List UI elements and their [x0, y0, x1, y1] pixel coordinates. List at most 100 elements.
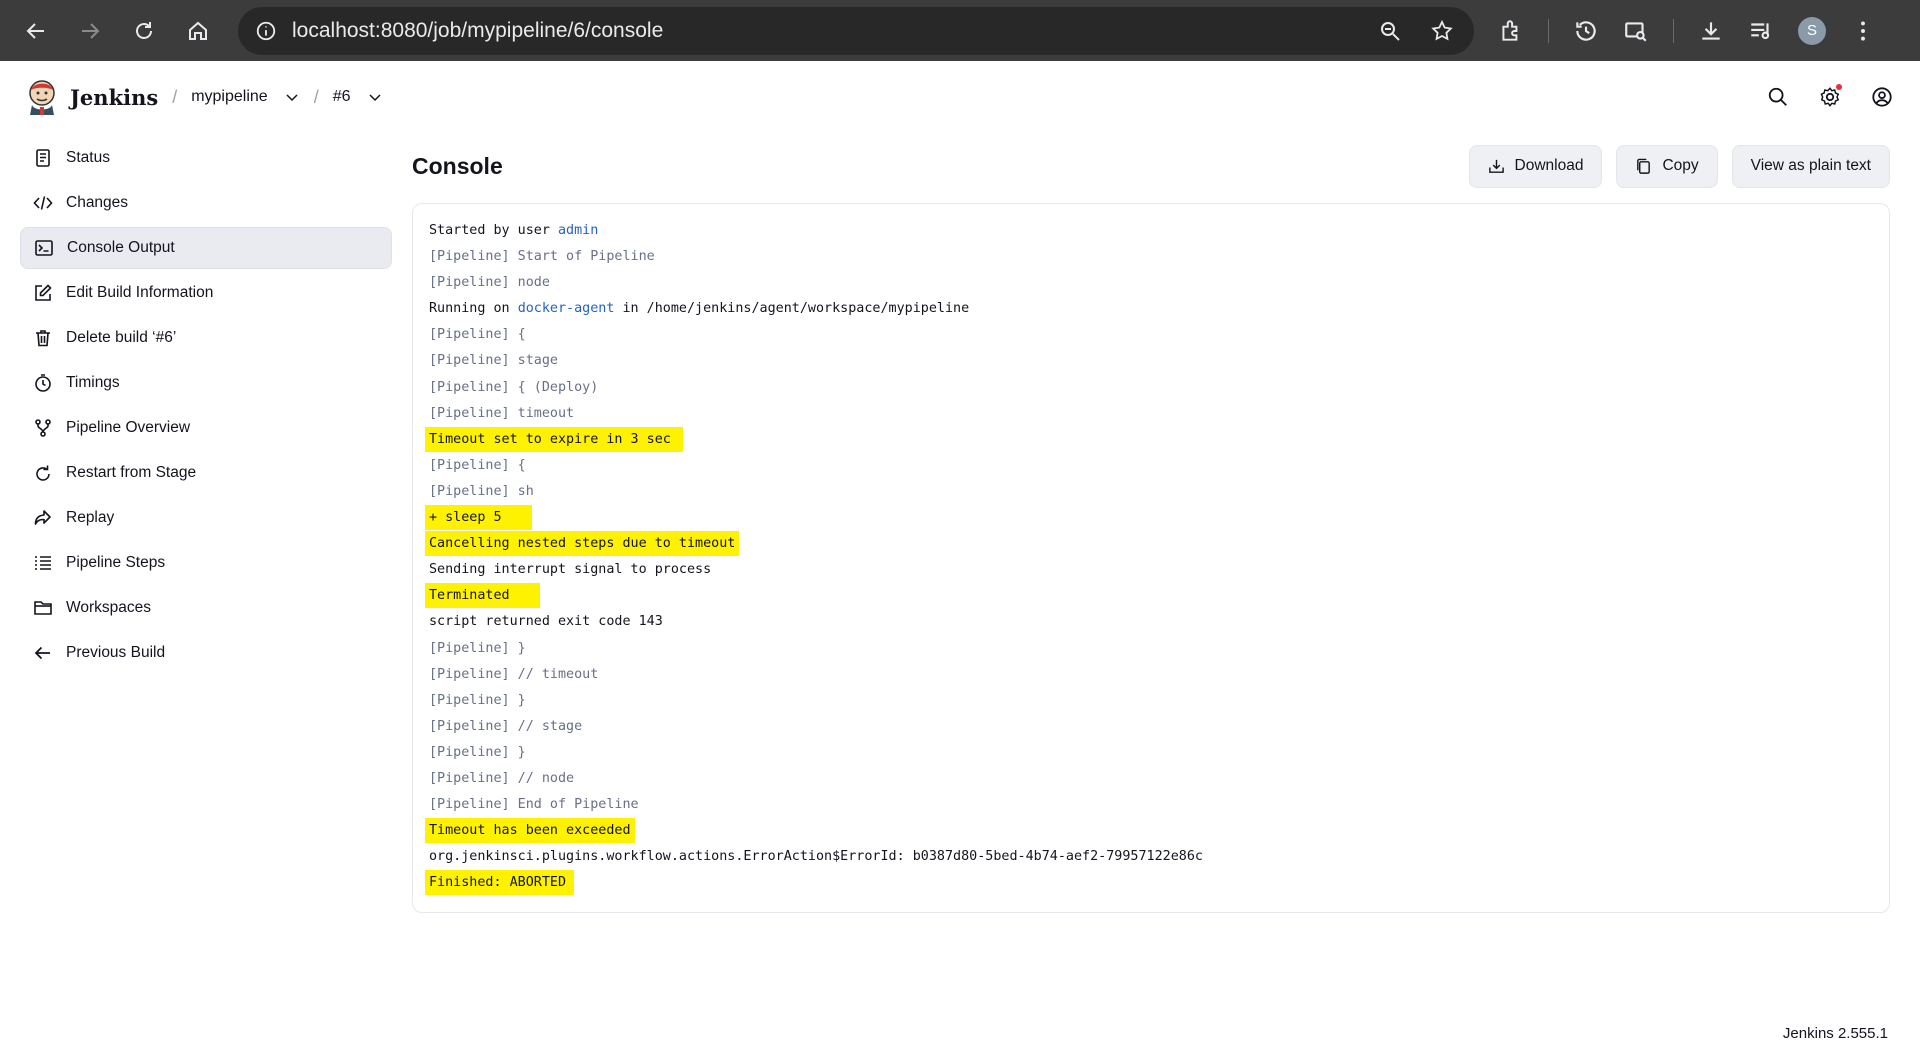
media-control-icon[interactable]	[1748, 18, 1774, 44]
arrow-right-icon	[82, 22, 100, 39]
sidebar-item-pipeline-overview[interactable]: Pipeline Overview	[20, 407, 392, 449]
console-text: stage	[509, 353, 558, 369]
jenkins-logo-icon[interactable]	[24, 77, 60, 117]
console-text: Started by user	[429, 223, 558, 238]
console-text: org.jenkinsci.plugins.workflow.actions.E…	[429, 849, 1203, 865]
user-link[interactable]: admin	[558, 223, 598, 238]
download-button[interactable]: Download	[1468, 144, 1603, 188]
console-text: {	[509, 457, 526, 473]
home-icon	[189, 21, 207, 40]
history-icon[interactable]	[1573, 18, 1599, 44]
copy-icon	[1637, 158, 1651, 174]
console-line: [Pipeline] { (Deploy)	[429, 375, 1873, 401]
sidebar-item-workspaces[interactable]: Workspaces	[20, 587, 392, 629]
address-bar[interactable]: localhost:8080/job/mypipeline/6/console	[238, 6, 1474, 55]
sidebar-item-previous-build[interactable]: Previous Build	[20, 632, 392, 674]
jenkins-header: Jenkins / mypipeline / #6	[0, 61, 1920, 133]
view-plain-text-button[interactable]: View as plain text	[1731, 144, 1890, 188]
toolbar-divider	[1673, 18, 1674, 43]
console-line: Finished: ABORTED	[425, 870, 1873, 896]
user-icon	[1872, 87, 1892, 107]
branch-icon	[32, 417, 54, 439]
sidebar-item-label: Changes	[66, 194, 129, 211]
site-info-icon[interactable]	[250, 15, 282, 47]
document-icon	[32, 147, 54, 169]
jenkins-version[interactable]: Jenkins 2.555.1	[1783, 1025, 1888, 1042]
sidebar-item-restart-from-stage[interactable]: Restart from Stage	[20, 452, 392, 494]
sidebar-item-label: Previous Build	[66, 644, 166, 661]
sidebar-item-label: Edit Build Information	[66, 284, 214, 301]
code-icon	[32, 192, 54, 214]
console-output: Started by user admin [Pipeline] Start o…	[412, 203, 1890, 913]
extensions-icon[interactable]	[1498, 18, 1524, 44]
terminal-icon	[33, 237, 55, 259]
search-icon	[1768, 87, 1787, 106]
pipeline-tag: [Pipeline]	[429, 640, 510, 656]
pipeline-tag: [Pipeline]	[429, 666, 510, 682]
pipeline-tag: [Pipeline]	[429, 718, 510, 734]
console-text: }	[509, 692, 526, 708]
sidebar-item-status[interactable]: Status	[20, 137, 392, 179]
console-line: [Pipeline] stage	[429, 348, 1873, 374]
jenkins-title[interactable]: Jenkins	[70, 85, 158, 110]
chevron-down-icon[interactable]	[284, 89, 300, 105]
forward-button[interactable]	[70, 11, 110, 51]
console-line: Running on docker-agent in /home/jenkins…	[429, 296, 1873, 322]
sidebar-item-delete-build[interactable]: Delete build ‘#6’	[20, 317, 392, 359]
main-content: Console Download Copy View as plain text…	[412, 133, 1920, 913]
sidebar-item-pipeline-steps[interactable]: Pipeline Steps	[20, 542, 392, 584]
sidebar-item-label: Workspaces	[66, 599, 151, 616]
highlighted-text: + sleep 5	[425, 505, 532, 531]
console-text: node	[509, 275, 550, 291]
reload-button[interactable]	[124, 11, 164, 51]
console-line: Terminated	[425, 583, 1873, 609]
copy-button[interactable]: Copy	[1616, 144, 1718, 188]
console-line: [Pipeline] node	[429, 270, 1873, 296]
console-text: // stage	[509, 718, 583, 734]
sidebar-item-replay[interactable]: Replay	[20, 497, 392, 539]
breadcrumb-build[interactable]: #6	[333, 88, 351, 106]
console-line: + sleep 5	[425, 505, 1873, 531]
pipeline-tag: [Pipeline]	[429, 692, 510, 708]
breadcrumb-job[interactable]: mypipeline	[191, 88, 267, 106]
console-line: [Pipeline] // node	[429, 766, 1873, 792]
manage-jenkins-button[interactable]	[1816, 83, 1844, 111]
tab-search-icon[interactable]	[1623, 18, 1649, 44]
page-title: Console	[412, 152, 503, 179]
sidebar-item-edit-build-information[interactable]: Edit Build Information	[20, 272, 392, 314]
sidebar: Status Changes Console Output Edit Build…	[0, 133, 412, 913]
console-line: [Pipeline] Start of Pipeline	[429, 244, 1873, 270]
arrow-left-icon	[26, 22, 44, 39]
highlighted-text: Timeout set to expire in 3 sec	[425, 426, 683, 452]
pipeline-tag: [Pipeline]	[429, 249, 510, 265]
back-button[interactable]	[16, 11, 56, 51]
console-text: sh	[509, 483, 534, 499]
pipeline-tag: [Pipeline]	[429, 379, 510, 395]
url-text[interactable]: localhost:8080/job/mypipeline/6/console	[292, 19, 1378, 43]
more-vertical-icon[interactable]	[1850, 18, 1876, 44]
console-line: org.jenkinsci.plugins.workflow.actions.E…	[429, 844, 1873, 870]
zoom-icon[interactable]	[1378, 19, 1402, 43]
console-line: [Pipeline] }	[429, 636, 1873, 662]
sidebar-item-timings[interactable]: Timings	[20, 362, 392, 404]
user-menu-button[interactable]	[1868, 83, 1896, 111]
pipeline-tag: [Pipeline]	[429, 353, 510, 369]
chevron-down-icon[interactable]	[367, 89, 383, 105]
sidebar-item-changes[interactable]: Changes	[20, 182, 392, 224]
pipeline-tag: [Pipeline]	[429, 770, 510, 786]
sidebar-item-label: Pipeline Overview	[66, 419, 191, 436]
console-line: [Pipeline] {	[429, 453, 1873, 479]
console-line: script returned exit code 143	[429, 609, 1873, 635]
search-button[interactable]	[1764, 83, 1792, 111]
console-text: { (Deploy)	[509, 379, 599, 395]
console-line: [Pipeline] // stage	[429, 714, 1873, 740]
download-icon[interactable]	[1698, 18, 1724, 44]
sidebar-item-console-output[interactable]: Console Output	[20, 227, 392, 269]
profile-avatar[interactable]: S	[1798, 16, 1826, 45]
bookmark-star-icon[interactable]	[1430, 19, 1454, 43]
restart-icon	[32, 462, 54, 484]
home-button[interactable]	[178, 11, 218, 51]
console-line: Cancelling nested steps due to timeout	[425, 531, 1873, 557]
agent-link[interactable]: docker-agent	[518, 301, 615, 316]
sidebar-item-label: Status	[66, 149, 110, 166]
